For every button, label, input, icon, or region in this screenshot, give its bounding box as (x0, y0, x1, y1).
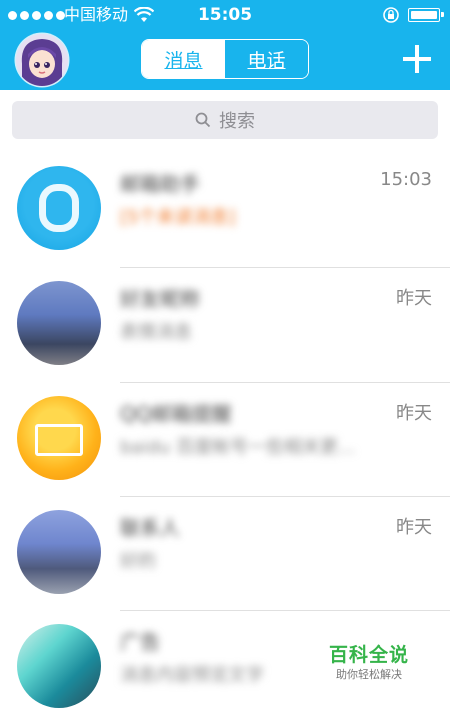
user-avatar[interactable] (16, 34, 68, 86)
contact-avatar (17, 624, 101, 708)
messages-screen: 中国移动 15:05 消息 电话 搜索 邮箱助手 [5个未读消息] 15:03 … (0, 0, 450, 711)
conversation-name: 邮箱助手 (120, 172, 200, 196)
conversation-preview: 消息内容预览文字 (120, 665, 264, 686)
conversation-time: 昨天 (396, 517, 432, 538)
watermark-subtitle: 助你轻松解决 (336, 668, 402, 681)
mail-icon (17, 396, 101, 480)
conversation-preview: 表情消息 (120, 322, 192, 343)
search-placeholder: 搜索 (219, 111, 255, 132)
conversation-preview: 好的 (120, 551, 156, 572)
top-header: 中国移动 15:05 消息 电话 (0, 0, 450, 90)
watermark-title: 百科全说 (328, 644, 409, 666)
search-icon (195, 112, 211, 128)
search-bar[interactable]: 搜索 (12, 101, 438, 139)
conversation-name: QQ邮箱提醒 (120, 402, 232, 426)
contact-avatar (17, 510, 101, 594)
conversation-item[interactable]: 联系人 好的 昨天 (0, 497, 450, 612)
mail-assistant-icon (17, 166, 101, 250)
conversation-time: 昨天 (396, 403, 432, 424)
contact-avatar (17, 281, 101, 365)
conversation-item[interactable]: 好友昵称 表情消息 昨天 (0, 268, 450, 383)
tab-calls[interactable]: 电话 (225, 40, 308, 78)
conversation-item[interactable]: QQ邮箱提醒 baidu 百度帐号一些相关更... 昨天 (0, 383, 450, 498)
tab-messages[interactable]: 消息 (142, 40, 225, 78)
watermark-badge: 百科全说 助你轻松解决 (320, 642, 418, 686)
conversation-preview: [5个未读消息] (120, 207, 236, 228)
status-bar: 中国移动 15:05 (0, 0, 450, 30)
add-plus-icon[interactable] (402, 44, 432, 74)
conversation-name: 好友昵称 (120, 287, 200, 311)
conversation-name: 联系人 (120, 516, 180, 540)
battery-icon (408, 8, 444, 22)
message-call-segmented-control: 消息 电话 (141, 39, 309, 79)
conversation-preview: baidu 百度帐号一些相关更... (120, 437, 356, 458)
conversation-item[interactable]: 邮箱助手 [5个未读消息] 15:03 (0, 153, 450, 268)
rotation-lock-icon (383, 7, 399, 23)
conversation-time: 昨天 (396, 288, 432, 309)
conversation-time: 15:03 (380, 169, 432, 190)
conversation-name: 广告 (120, 630, 160, 654)
